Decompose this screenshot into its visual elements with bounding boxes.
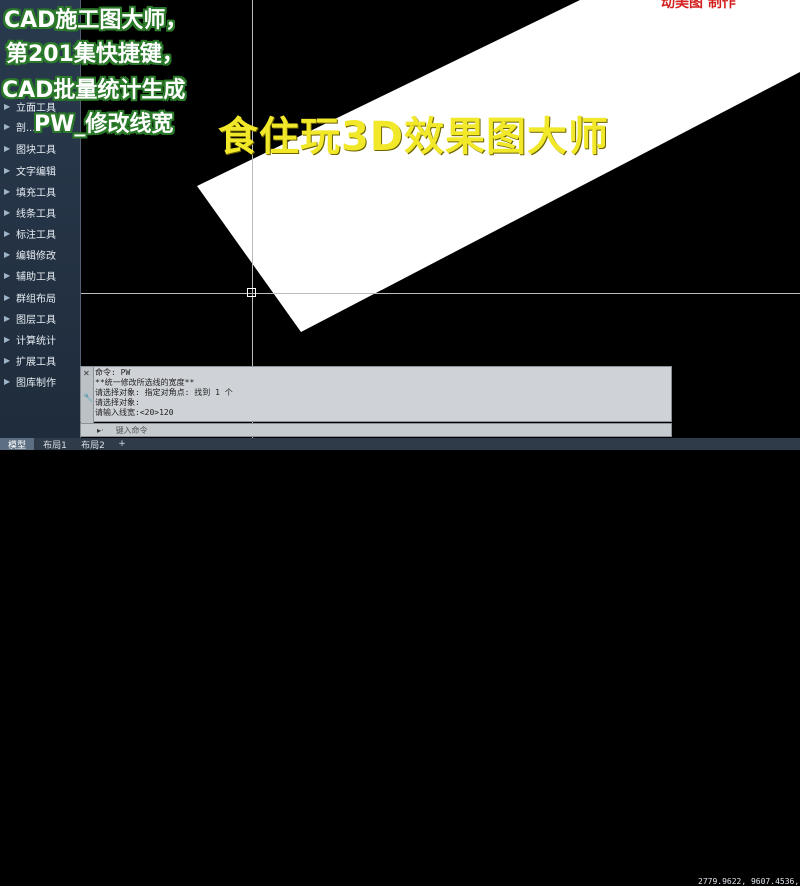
- sidebar-item-edit-modify[interactable]: ▶ 编辑修改: [0, 244, 80, 264]
- command-history-lines: 命令: PW **统一修改所选线的宽度** 请选择对象: 指定对角点: 找到 1…: [95, 368, 233, 418]
- expand-arrow-icon: ▶: [4, 270, 11, 280]
- sidebar-item-label: 图库制作: [16, 377, 56, 389]
- add-layout-tab-button[interactable]: +: [114, 438, 130, 450]
- sidebar-item-dimension-tools[interactable]: ▶ 标注工具: [0, 223, 80, 243]
- sidebar-item-label: 图层工具: [16, 314, 56, 326]
- sidebar-item-label: 线条工具: [16, 208, 56, 220]
- expand-arrow-icon: ▶: [4, 121, 11, 131]
- sidebar-item-aux-tools[interactable]: ▶ 辅助工具: [0, 265, 80, 285]
- coordinate-readout: 2779.9622, 9607.4536, 0.0: [698, 877, 800, 886]
- expand-arrow-icon: ▶: [4, 249, 11, 259]
- title-line-1: CAD施工图大师，: [4, 8, 188, 33]
- expand-arrow-icon: ▶: [4, 143, 11, 153]
- wrench-icon[interactable]: 🔧: [83, 393, 93, 402]
- sidebar-item-label: 编辑修改: [16, 250, 56, 262]
- expand-arrow-icon: ▶: [4, 334, 11, 344]
- sidebar-item-fill-tools[interactable]: ▶ 填充工具: [0, 181, 80, 201]
- close-icon[interactable]: ✕: [83, 369, 90, 378]
- command-history-panel: ✕ 🔧 命令: PW **统一修改所选线的宽度** 请选择对象: 指定对角点: …: [80, 366, 672, 423]
- sidebar-item-label: 扩展工具: [16, 356, 56, 368]
- expand-arrow-icon: ▶: [4, 165, 11, 175]
- tab-layout1[interactable]: 布局1: [38, 438, 72, 451]
- title-line-4: PW_修改线宽: [34, 112, 174, 137]
- sidebar-item-label: 计算统计: [16, 335, 56, 347]
- sidebar-item-label: 填充工具: [16, 187, 56, 199]
- command-input[interactable]: 键入命令: [116, 425, 148, 436]
- sidebar-item-label: 图块工具: [16, 144, 56, 156]
- sidebar-item-label: 辅助工具: [16, 271, 56, 283]
- crosshair-horizontal: [81, 293, 800, 294]
- sidebar-item-label: 群组布局: [16, 293, 56, 305]
- white-rotated-rectangle[interactable]: [197, 0, 800, 332]
- expand-arrow-icon: ▶: [4, 207, 11, 217]
- expand-arrow-icon: ▶: [4, 292, 11, 302]
- command-input-bar[interactable]: ▸· 键入命令: [80, 423, 672, 437]
- command-panel-grip[interactable]: ✕ 🔧: [81, 367, 94, 423]
- expand-arrow-icon: ▶: [4, 355, 11, 365]
- watermark-text: 食住玩3D效果图大师: [218, 114, 610, 160]
- expand-arrow-icon: ▶: [4, 228, 11, 238]
- sidebar-item-layer-tools[interactable]: ▶ 图层工具: [0, 308, 80, 328]
- sidebar-item-calc-stats[interactable]: ▶ 计算统计: [0, 329, 80, 349]
- title-line-3: CAD批量统计生成: [2, 78, 186, 103]
- sidebar-item-text-edit[interactable]: ▶ 文字编辑: [0, 160, 80, 180]
- sidebar-item-label: 标注工具: [16, 229, 56, 241]
- sidebar-item-line-tools[interactable]: ▶ 线条工具: [0, 202, 80, 222]
- sidebar-item-group-layout[interactable]: ▶ 群组布局: [0, 287, 80, 307]
- sidebar-item-library-make[interactable]: ▶ 图库制作: [0, 371, 80, 391]
- command-line: 请选择对象: 指定对角点: 找到 1 个: [95, 388, 233, 397]
- command-line: 命令: PW: [95, 368, 131, 377]
- command-line: 请选择对象:: [95, 398, 140, 407]
- command-line: **统一修改所选线的宽度**: [95, 378, 195, 387]
- title-line-2: 第201集快捷键，: [6, 42, 184, 67]
- cursor-pickbox: [247, 288, 256, 297]
- expand-arrow-icon: ▶: [4, 313, 11, 323]
- command-line: 请输入线宽:<20>120: [95, 408, 174, 417]
- expand-arrow-icon: ▶: [4, 376, 11, 386]
- sidebar-item-label: 剖...: [16, 122, 36, 134]
- expand-arrow-icon: ▶: [4, 186, 11, 196]
- sidebar-item-extension-tools[interactable]: ▶ 扩展工具: [0, 350, 80, 370]
- layout-tabs-bar: 模型 布局1 布局2 + 2779.9622, 9607.4536, 0.0: [0, 438, 800, 886]
- sidebar-item-block-tools[interactable]: ▶ 图块工具: [0, 138, 80, 158]
- tab-layout2[interactable]: 布局2: [76, 438, 110, 451]
- command-prompt-icon[interactable]: ▸·: [97, 426, 104, 435]
- sidebar-item-label: 文字编辑: [16, 166, 56, 178]
- tab-model[interactable]: 模型: [0, 438, 34, 451]
- top-right-caption: 动美图 制作: [661, 0, 736, 11]
